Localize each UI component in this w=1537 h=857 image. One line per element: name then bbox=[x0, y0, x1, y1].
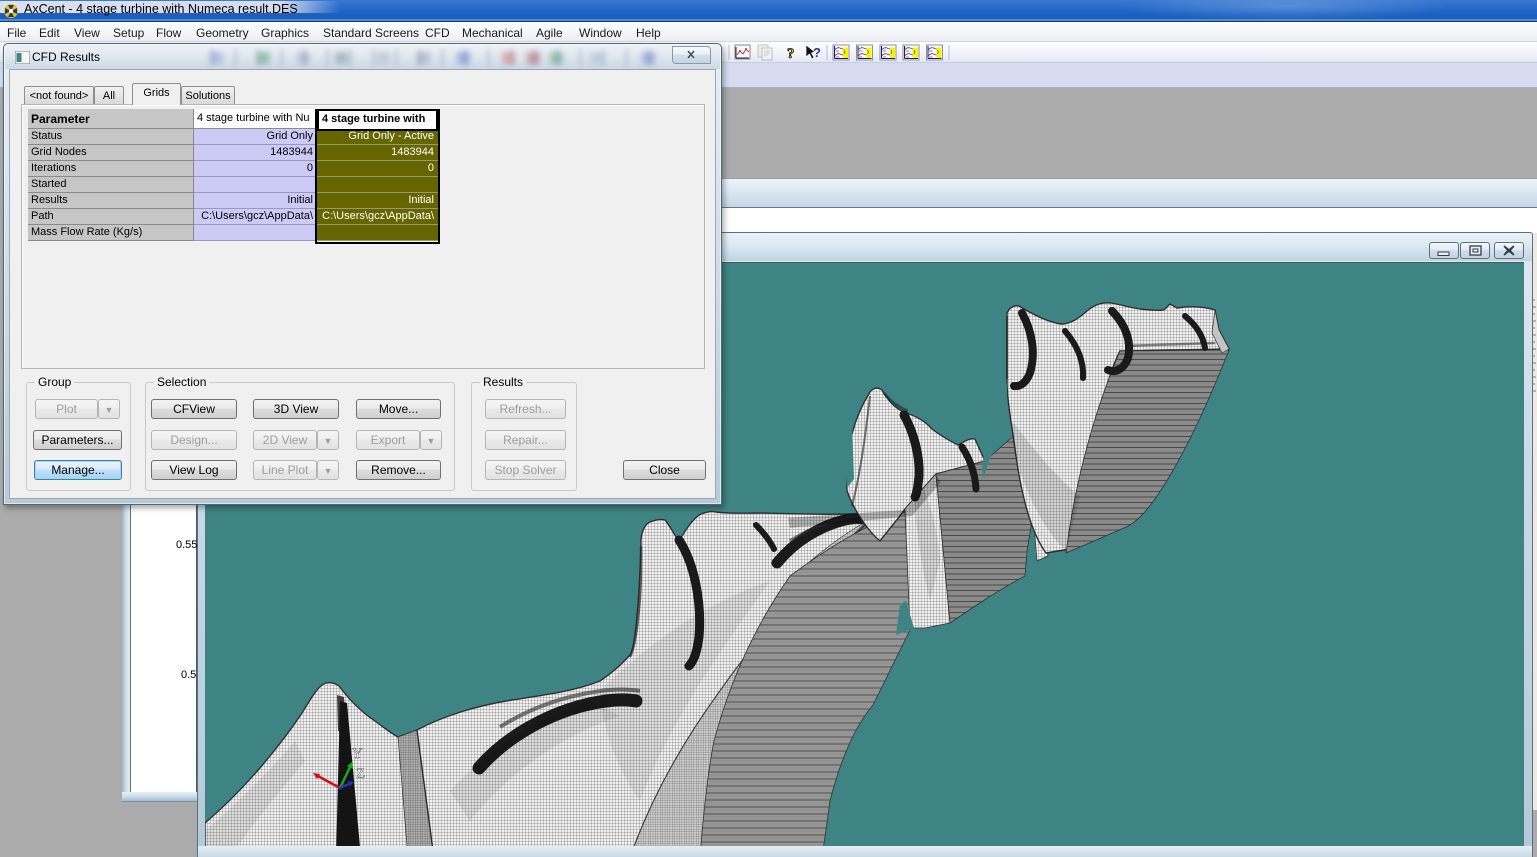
svg-text:Y: Y bbox=[352, 746, 363, 762]
svg-text:Z: Z bbox=[356, 766, 365, 782]
svg-text:?: ? bbox=[813, 45, 821, 60]
svg-text:?: ? bbox=[787, 46, 795, 62]
